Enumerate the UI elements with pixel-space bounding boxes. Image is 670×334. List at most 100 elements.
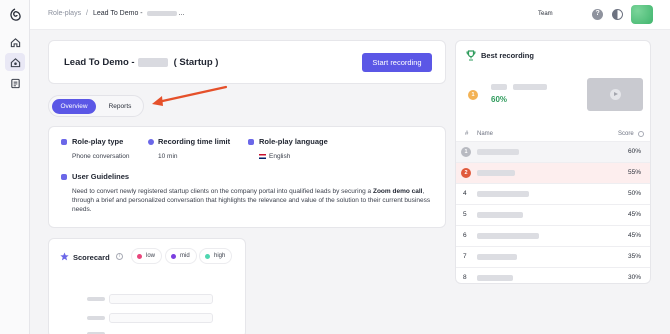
tab-overview[interactable]: Overview [52, 99, 96, 114]
table-row[interactable]: 4 50% [456, 183, 650, 204]
app-logo-icon[interactable] [8, 8, 22, 23]
low-dot-icon [137, 254, 142, 259]
topbar: Role-plays / Lead To Demo - ... [30, 0, 670, 30]
redacted-name [477, 254, 517, 260]
uk-flag-icon [259, 154, 266, 159]
redacted-name [477, 170, 515, 176]
table-row[interactable]: 6 45% [456, 225, 650, 246]
breadcrumb-separator: / [86, 10, 88, 17]
skeleton-box [109, 313, 213, 323]
table-row[interactable]: 2 55% [456, 162, 650, 183]
redacted-name [477, 191, 529, 197]
breadcrumb-current: Lead To Demo - [92, 10, 143, 17]
column-rank: # [465, 131, 469, 137]
table-row[interactable]: 5 45% [456, 204, 650, 225]
roleplay-type-label: Role-play type [72, 137, 124, 146]
play-icon[interactable] [610, 89, 621, 100]
legend-high: high [199, 248, 233, 264]
table-row[interactable]: 7 35% [456, 246, 650, 267]
mid-dot-icon [171, 254, 176, 259]
language-icon [248, 139, 254, 145]
trophy-icon [466, 50, 476, 61]
phone-icon [61, 139, 67, 145]
high-dot-icon [205, 254, 210, 259]
legend-low-label: low [146, 253, 156, 259]
row-score: 45% [627, 232, 641, 239]
guidelines-text: Need to convert newly registered startup… [72, 187, 438, 214]
row-rank: 6 [463, 232, 467, 239]
tab-bar: Overview Reports [48, 95, 144, 117]
redacted-name [477, 149, 519, 155]
video-thumbnail[interactable] [587, 78, 643, 111]
time-limit-label: Recording time limit [158, 137, 231, 146]
roleplay-details-card: Role-play type Phone conversation Record… [48, 126, 446, 228]
top-rank-medal-icon: 1 [468, 90, 478, 100]
info-icon[interactable]: i [116, 253, 123, 260]
row-rank: 5 [463, 211, 467, 218]
redacted-text [137, 57, 168, 67]
best-score: 60% [491, 95, 508, 104]
row-score: 60% [627, 148, 641, 155]
roleplay-type-value: Phone conversation [72, 153, 130, 160]
help-icon[interactable]: ? [592, 9, 603, 20]
breadcrumb-ellipsis: ... [178, 10, 185, 17]
skeleton-line [87, 297, 105, 301]
table-row[interactable]: 1 60% [456, 141, 650, 162]
page-title: Lead To Demo - ( Startup ) [64, 57, 218, 68]
score-info-icon[interactable] [638, 131, 644, 137]
time-limit-value: 10 min [158, 153, 178, 160]
skeleton-line [87, 316, 105, 320]
theme-toggle-icon[interactable] [612, 9, 623, 20]
redacted-name [477, 275, 513, 281]
guidelines-text-bold: Zoom demo call [372, 188, 423, 195]
sidebar [0, 0, 30, 334]
page-title-suffix: ( Startup ) [173, 57, 219, 68]
scorecard-title: Scorecard [73, 253, 110, 262]
redacted-name [477, 212, 523, 218]
scorecard-card: Scorecard i low mid high [48, 238, 246, 334]
guidelines-text-start: Need to convert newly registered startup… [72, 188, 373, 195]
clock-icon [148, 139, 154, 145]
silver-medal-icon: 1 [461, 147, 471, 157]
home-nav-icon[interactable] [5, 33, 25, 51]
language-value: English [269, 153, 291, 160]
row-rank: 7 [463, 253, 467, 260]
legend-low: low [131, 248, 163, 264]
best-recording-card: Best recording 1 60% # Name Score 1 60% … [455, 40, 651, 284]
document-nav-icon[interactable] [5, 74, 25, 92]
best-recording-title: Best recording [481, 51, 534, 60]
language-label: Role-play language [259, 137, 328, 146]
bronze-medal-icon: 2 [461, 168, 471, 178]
star-icon [60, 252, 69, 261]
table-row[interactable]: 8 30% [456, 267, 650, 288]
tab-reports[interactable]: Reports [99, 99, 141, 114]
start-recording-button[interactable]: Start recording [362, 53, 432, 72]
legend-high-label: high [214, 253, 226, 259]
breadcrumb: Role-plays / Lead To Demo - ... [48, 10, 184, 17]
row-rank: 8 [463, 274, 467, 281]
redacted-name [477, 233, 539, 239]
row-score: 50% [627, 190, 641, 197]
redacted-name [513, 84, 547, 90]
row-score: 45% [627, 211, 641, 218]
team-button[interactable]: Team [533, 7, 558, 22]
skeleton-box [109, 294, 213, 304]
user-avatar[interactable] [631, 5, 653, 24]
page-title-prefix: Lead To Demo - [64, 57, 135, 68]
row-score: 55% [627, 169, 641, 176]
redacted-text [146, 10, 177, 16]
guidelines-icon [61, 174, 67, 180]
column-score: Score [618, 131, 634, 137]
row-score: 35% [627, 253, 641, 260]
roleplay-header-card: Lead To Demo - ( Startup ) Start recordin… [48, 40, 446, 84]
row-rank: 4 [463, 190, 467, 197]
roleplay-nav-icon[interactable] [5, 53, 25, 71]
annotation-arrow-icon [152, 85, 228, 106]
row-score: 30% [627, 274, 641, 281]
redacted-name [491, 84, 507, 90]
guidelines-label: User Guidelines [72, 172, 130, 181]
legend-mid-label: mid [180, 253, 190, 259]
breadcrumb-roleplays-link[interactable]: Role-plays [48, 10, 81, 17]
column-name: Name [477, 131, 494, 137]
legend-mid: mid [165, 248, 197, 264]
